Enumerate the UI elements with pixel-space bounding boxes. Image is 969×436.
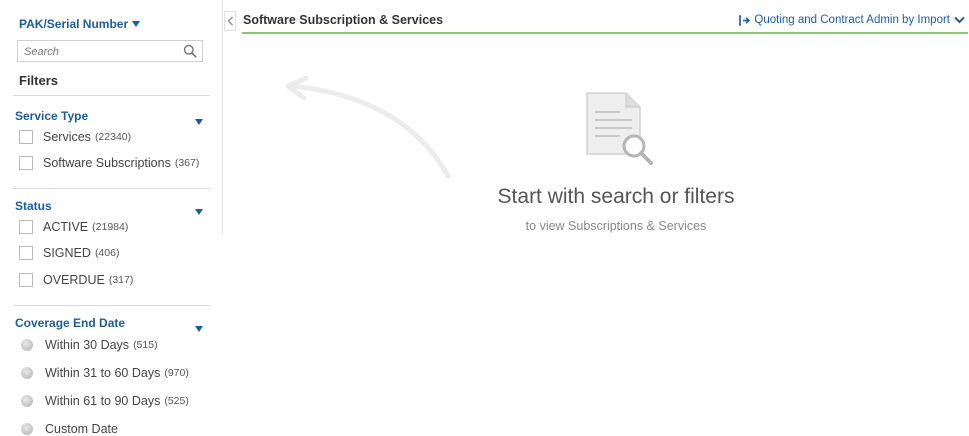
service-type-option-software-subscriptions[interactable]: Software Subscriptions (367) (19, 156, 199, 170)
checkbox[interactable] (19, 130, 33, 144)
checkbox[interactable] (19, 246, 33, 260)
curved-arrow-icon (285, 76, 451, 179)
checkbox[interactable] (19, 156, 33, 170)
radio-button[interactable] (21, 423, 33, 435)
status-toggle[interactable] (195, 202, 203, 220)
triangle-down-icon (132, 21, 141, 27)
coverage-end-date-title[interactable]: Coverage End Date (15, 316, 125, 330)
sidebar-divider (222, 0, 223, 235)
checkbox[interactable] (19, 220, 33, 234)
search-input[interactable] (24, 44, 174, 59)
option-label: Custom Date (45, 422, 118, 436)
page-title: Software Subscription & Services (243, 13, 444, 27)
status-option-signed[interactable]: SIGNED (406) (19, 246, 119, 260)
collapse-sidebar-button[interactable] (224, 11, 236, 31)
chevron-down-icon (954, 16, 965, 24)
option-label: Within 30 Days (45, 338, 130, 352)
option-label: OVERDUE (43, 273, 105, 287)
option-label: Within 31 to 60 Days (45, 366, 161, 380)
radio-button[interactable] (21, 339, 33, 351)
search-type-dropdown[interactable]: PAK/Serial Number (19, 17, 141, 31)
filter-sidebar: PAK/Serial Number Filters Service Type S… (0, 0, 222, 436)
option-label: ACTIVE (43, 220, 89, 234)
option-label: Software Subscriptions (43, 156, 171, 170)
option-count: (515) (133, 339, 158, 351)
radio-button[interactable] (21, 395, 33, 407)
option-label: Services (43, 130, 91, 144)
triangle-down-icon (195, 209, 203, 215)
coverage-option-custom-date[interactable]: Custom Date (21, 422, 118, 436)
search-type-label: PAK/Serial Number (19, 17, 129, 31)
triangle-down-icon (195, 326, 203, 332)
service-type-option-services[interactable]: Services (22340) (19, 130, 131, 144)
option-count: (970) (164, 367, 189, 379)
option-count: (22340) (94, 131, 132, 143)
empty-state: Start with search or filters to view Sub… (466, 0, 766, 260)
search-icon[interactable] (183, 44, 197, 58)
option-count: (317) (108, 274, 134, 286)
filters-title: Filters (19, 73, 59, 88)
coverage-option-61-90-days[interactable]: Within 61 to 90 Days (525) (21, 394, 189, 408)
option-count: (406) (94, 247, 120, 259)
triangle-down-icon (195, 119, 203, 125)
divider (13, 305, 210, 306)
chevron-left-icon (227, 16, 233, 26)
checkbox[interactable] (19, 273, 33, 287)
import-dropdown[interactable]: Quoting and Contract Admin by Import (739, 14, 965, 26)
empty-state-title: Start with search or filters (497, 185, 735, 208)
service-type-title[interactable]: Service Type (15, 109, 88, 123)
coverage-end-date-toggle[interactable] (195, 319, 203, 337)
option-label: SIGNED (43, 246, 91, 260)
status-option-active[interactable]: ACTIVE (21984) (19, 220, 128, 234)
option-label: Within 61 to 90 Days (45, 394, 161, 408)
coverage-option-30-days[interactable]: Within 30 Days (515) (21, 338, 158, 352)
divider (13, 188, 210, 189)
status-option-overdue[interactable]: OVERDUE (317) (19, 273, 133, 287)
service-type-toggle[interactable] (195, 112, 203, 130)
radio-button[interactable] (21, 367, 33, 379)
empty-state-subtitle: to view Subscriptions & Services (525, 219, 707, 233)
import-label: Quoting and Contract Admin by Import (754, 14, 950, 26)
search-box (17, 40, 203, 62)
coverage-option-31-60-days[interactable]: Within 31 to 60 Days (970) (21, 366, 189, 380)
option-count: (367) (174, 157, 200, 169)
divider (13, 95, 210, 96)
option-count: (21984) (92, 221, 129, 233)
option-count: (525) (164, 395, 189, 407)
status-title[interactable]: Status (15, 199, 52, 213)
